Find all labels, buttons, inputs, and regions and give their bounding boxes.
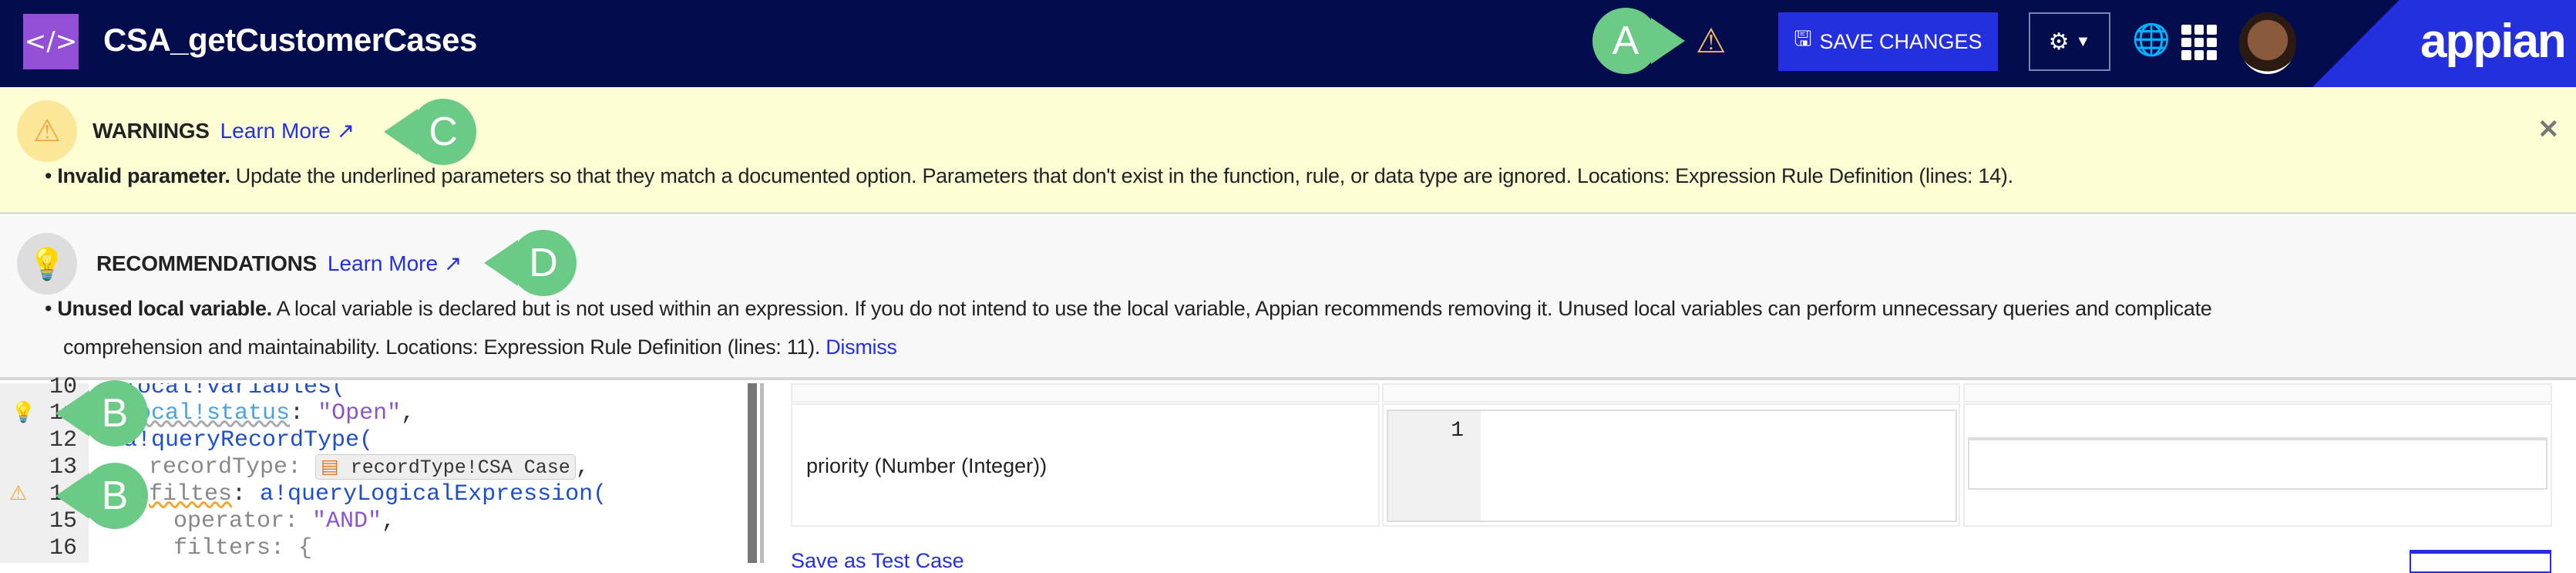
warnings-learn-more-link[interactable]: Learn More ↗: [220, 118, 355, 143]
table-cell: [1963, 383, 2552, 403]
save-changes-button[interactable]: 🖫 SAVE CHANGES: [1778, 12, 1998, 71]
warning-triangle-icon[interactable]: ⚠: [1696, 22, 1726, 61]
callout-b: B: [55, 463, 148, 529]
recommendations-heading: RECOMMENDATIONS: [96, 251, 317, 275]
callout-c: C: [384, 99, 476, 165]
callout-d: D: [484, 230, 577, 296]
test-button[interactable]: [2410, 550, 2551, 573]
recommendations-learn-more-link[interactable]: Learn More ↗: [328, 251, 462, 276]
caret-down-icon: ▼: [2075, 32, 2091, 50]
avatar[interactable]: [2239, 12, 2296, 74]
record-type-chip[interactable]: ▤ recordType!CSA Case: [315, 454, 576, 480]
dismiss-link[interactable]: Dismiss: [826, 335, 897, 359]
code-line: filters: {: [173, 535, 313, 561]
settings-menu-button[interactable]: ⚙ ▼: [2029, 12, 2110, 71]
code-editor[interactable]: local!variables( local!status: "Open", a…: [89, 383, 748, 563]
callout-b: B: [55, 380, 148, 447]
callout-a: A: [1592, 8, 1685, 74]
code-line: a!queryRecordType(: [123, 427, 374, 453]
table-cell: 1: [1382, 403, 1960, 527]
code-brackets-icon: </>: [23, 14, 79, 69]
close-warnings-button[interactable]: ✕: [2537, 114, 2560, 145]
record-type-icon: ▤: [321, 457, 339, 479]
gear-icon: ⚙: [2048, 29, 2070, 55]
code-line: operator: "AND",: [173, 508, 396, 534]
warning-item: • Invalid parameter. Update the underlin…: [45, 164, 2013, 187]
warnings-heading: WARNINGS: [92, 118, 210, 143]
result-input[interactable]: [1968, 437, 2547, 490]
warning-triangle-icon[interactable]: ⚠: [9, 481, 27, 505]
pane-divider: [760, 383, 764, 563]
table-cell: [1963, 403, 2552, 527]
lightbulb-icon[interactable]: 💡: [11, 400, 35, 424]
globe-search-icon[interactable]: 🌐: [2132, 22, 2171, 58]
table-cell: [791, 383, 1380, 403]
app-grid-icon[interactable]: [2181, 25, 2217, 60]
line-number: 1: [1388, 411, 1481, 521]
lightbulb-icon: 💡: [17, 233, 77, 295]
table-cell: priority (Number (Integer)): [791, 403, 1380, 527]
warnings-banner: ⚠ WARNINGS Learn More ↗ C • Invalid para…: [0, 87, 2576, 214]
recommendation-item: • Unused local variable. A local variabl…: [45, 297, 2212, 359]
code-line: filtes: a!queryLogicalExpression(: [149, 481, 607, 507]
appian-logo: appian: [2420, 15, 2567, 68]
code-line: recordType: ▤ recordType!CSA Case,: [149, 454, 590, 480]
code-line: local!status: "Open",: [123, 400, 415, 426]
parameter-value-editor[interactable]: 1: [1387, 410, 1957, 522]
recommendations-banner: 💡 RECOMMENDATIONS Learn More ↗ D • Unuse…: [0, 216, 2576, 380]
code-line: local!variables(: [123, 383, 346, 400]
parameter-label: priority (Number (Integer)): [806, 454, 1048, 477]
floppy-disk-icon: 🖫: [1794, 27, 1812, 50]
line-number: 16: [49, 535, 77, 561]
pane-splitter[interactable]: [748, 383, 757, 563]
save-as-test-case-link[interactable]: Save as Test Case: [791, 549, 964, 573]
page-title: CSA_getCustomerCases: [103, 22, 477, 58]
table-cell: [1382, 383, 1960, 403]
warning-icon: ⚠: [17, 100, 77, 162]
external-link-icon: ↗: [336, 119, 355, 143]
external-link-icon: ↗: [443, 251, 462, 275]
